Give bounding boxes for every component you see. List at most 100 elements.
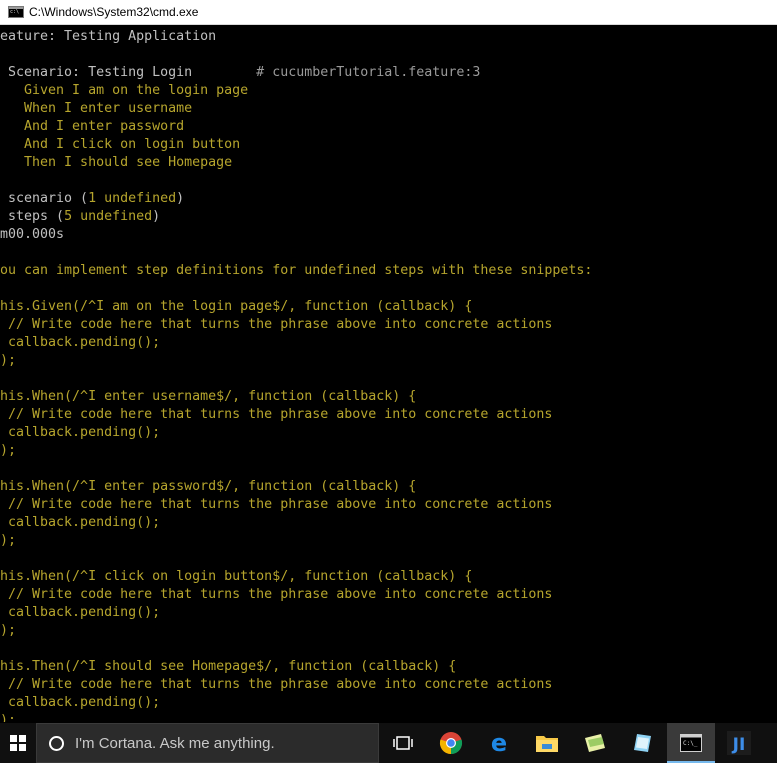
cmd-app-icon [8, 6, 24, 18]
console-line-text: And I enter password [0, 119, 185, 134]
console-line-text: callback.pending(); [0, 515, 161, 530]
windows-logo-icon [10, 735, 26, 751]
console-line: And I click on login button [0, 136, 777, 154]
cortana-search-box[interactable]: I'm Cortana. Ask me anything. [36, 723, 379, 763]
console-line: You can implement step definitions for u… [0, 262, 777, 280]
console-line: this.When(/^I enter username$/, function… [0, 388, 777, 406]
console-line-text: Then I should see Homepage [0, 155, 233, 170]
taskbar: I'm Cortana. Ask me anything. e C:\_ JI [0, 723, 777, 763]
console-undefined-count: 1 undefined [88, 191, 177, 206]
console-line: // Write code here that turns the phrase… [0, 676, 777, 694]
console-line: this.Given(/^I am on the login page$/, f… [0, 298, 777, 316]
console-line: // Write code here that turns the phrase… [0, 316, 777, 334]
console-line-text: And I click on login button [0, 137, 241, 152]
console-line: this.When(/^I enter password$/, function… [0, 478, 777, 496]
console-line-text: this.When(/^I enter username$/, function… [0, 389, 417, 404]
console-line-text: }); [0, 443, 17, 458]
console-line: callback.pending(); [0, 514, 777, 532]
console-line: }); [0, 352, 777, 370]
task-view-icon [393, 736, 413, 750]
cmd-icon: C:\_ [680, 734, 702, 752]
console-line-text: 1 scenario ( [0, 191, 89, 206]
console-line: }); [0, 532, 777, 550]
console-line: // Write code here that turns the phrase… [0, 496, 777, 514]
console-line-text: this.When(/^I enter password$/, function… [0, 479, 417, 494]
console-line: // Write code here that turns the phrase… [0, 586, 777, 604]
console-line-text: // Write code here that turns the phrase… [0, 677, 553, 692]
console-line: }); [0, 622, 777, 640]
console-line-text: // Write code here that turns the phrase… [0, 587, 553, 602]
console-line-text: You can implement step definitions for u… [0, 263, 593, 278]
svg-text:JI: JI [732, 735, 746, 755]
console-undefined-count: 5 undefined [64, 209, 153, 224]
console-line-text: this.When(/^I click on login button$/, f… [0, 569, 473, 584]
edge-icon: e [491, 731, 507, 755]
console-line: }); [0, 442, 777, 460]
taskbar-app-file-explorer[interactable] [523, 723, 571, 763]
console-line: }); [0, 712, 777, 722]
console-line: callback.pending(); [0, 334, 777, 352]
taskbar-app-edge[interactable]: e [475, 723, 523, 763]
console-line: callback.pending(); [0, 694, 777, 712]
console-line-text: // Write code here that turns the phrase… [0, 317, 553, 332]
console-line: callback.pending(); [0, 424, 777, 442]
svg-text:e: e [491, 731, 507, 755]
console-line: 5 steps (5 undefined) [0, 208, 777, 226]
console-line-text: callback.pending(); [0, 695, 161, 710]
console-line: this.Then(/^I should see Homepage$/, fun… [0, 658, 777, 676]
console-line-text: When I enter username [0, 101, 193, 116]
console-line-suffix: ) [152, 209, 161, 224]
window-title-bar[interactable]: C:\Windows\System32\cmd.exe [0, 0, 777, 25]
window-title: C:\Windows\System32\cmd.exe [29, 5, 199, 19]
console-line: this.When(/^I click on login button$/, f… [0, 568, 777, 586]
file-explorer-icon [536, 736, 558, 752]
console-line: Then I should see Homepage [0, 154, 777, 172]
taskbar-app-sticky-notes[interactable] [571, 723, 619, 763]
taskbar-app-notepad[interactable] [619, 723, 667, 763]
console-line-text: Feature: Testing Application [0, 29, 217, 44]
console-line: Scenario: Testing Login # cucumberTutori… [0, 64, 777, 82]
console-line-text: }); [0, 713, 17, 722]
console-line-text: }); [0, 533, 17, 548]
console-line-text: }); [0, 623, 17, 638]
console-line: // Write code here that turns the phrase… [0, 406, 777, 424]
intellij-idea-icon: JI [727, 731, 751, 755]
console-line: And I enter password [0, 118, 777, 136]
console-line-suffix: ) [176, 191, 185, 206]
taskbar-app-chrome[interactable] [427, 723, 475, 763]
console-line-text: callback.pending(); [0, 605, 161, 620]
task-view-button[interactable] [379, 723, 427, 763]
cortana-icon [49, 735, 64, 751]
svg-text:C:\_: C:\_ [683, 740, 698, 747]
console-line-text: callback.pending(); [0, 335, 161, 350]
console-line-text: }); [0, 353, 17, 368]
console-line-text: this.Given(/^I am on the login page$/, f… [0, 299, 473, 314]
chrome-icon [439, 732, 463, 755]
console-line-text: 0m00.000s [0, 227, 65, 242]
console-comment: # cucumberTutorial.feature:3 [192, 65, 481, 80]
console-line: 0m00.000s [0, 226, 777, 244]
console-line: Given I am on the login page [0, 82, 777, 100]
console-line-text: 5 steps ( [0, 209, 65, 224]
console-line: Feature: Testing Application [0, 28, 777, 46]
console-line: callback.pending(); [0, 604, 777, 622]
sticky-notes-icon [585, 734, 605, 752]
console-output[interactable]: Feature: Testing Application Scenario: T… [0, 28, 777, 722]
console-line-text: // Write code here that turns the phrase… [0, 497, 553, 512]
start-button[interactable] [0, 723, 36, 763]
cortana-placeholder: I'm Cortana. Ask me anything. [75, 734, 275, 752]
taskbar-app-intellij[interactable]: JI [715, 723, 763, 763]
console-line-text: // Write code here that turns the phrase… [0, 407, 553, 422]
taskbar-app-cmd[interactable]: C:\_ [667, 723, 715, 763]
console-line: When I enter username [0, 100, 777, 118]
console-line: 1 scenario (1 undefined) [0, 190, 777, 208]
notepad-icon [634, 734, 651, 752]
